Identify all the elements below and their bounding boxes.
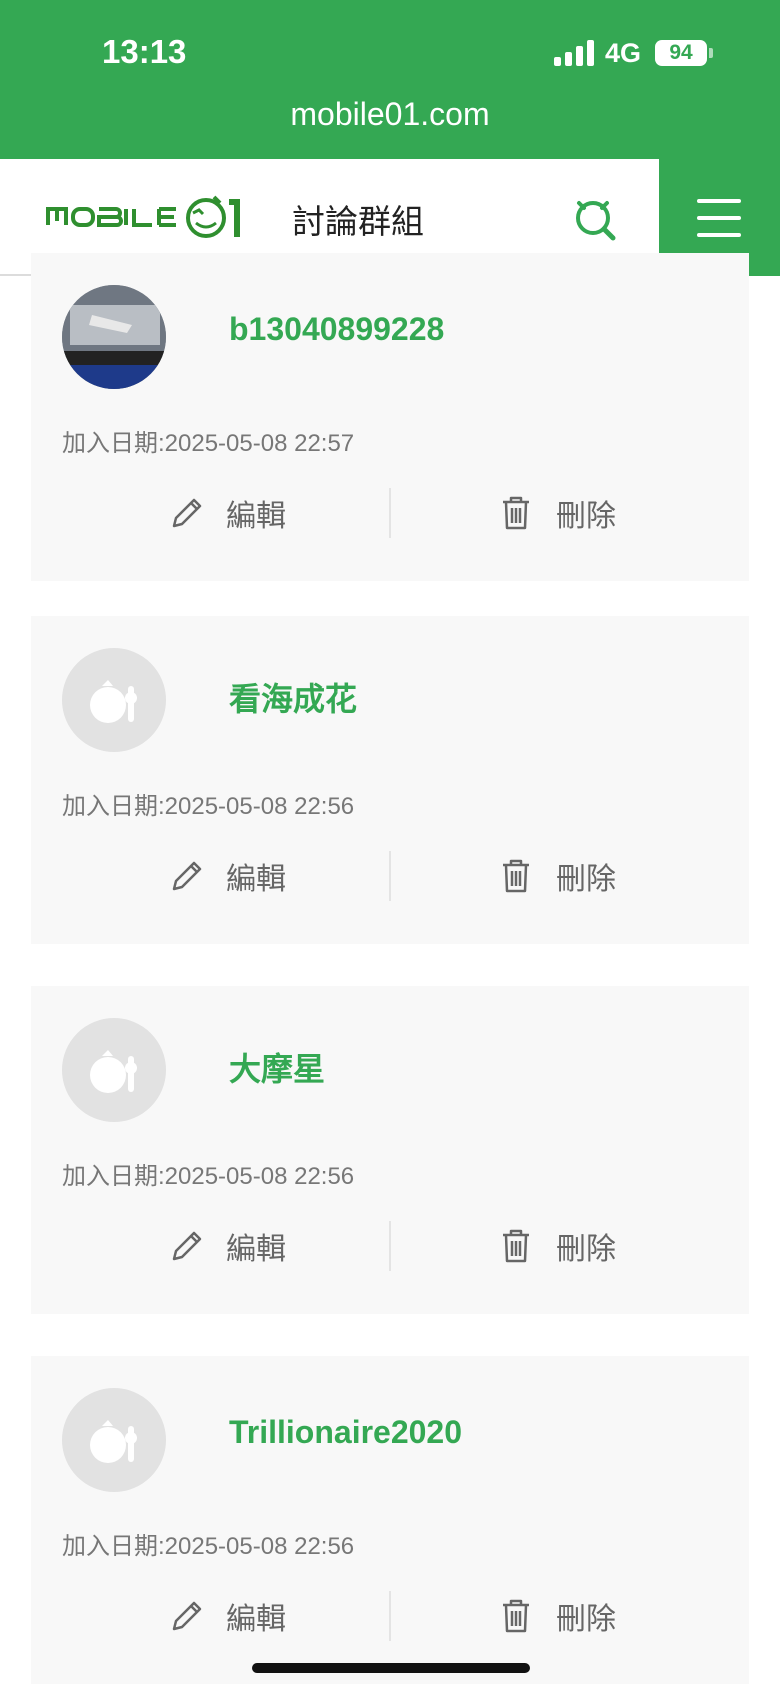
edit-label: 編輯 [226,863,286,896]
member-card: b13040899228 加入日期:2025-05-08 22:57 編輯 刪除 [31,253,749,581]
trash-icon [503,1599,529,1633]
divider [389,1221,391,1271]
pencil-icon [172,1231,202,1261]
default-avatar-icon [62,1018,166,1122]
avatar[interactable] [62,1388,166,1492]
edit-button[interactable]: 編輯 [168,1591,286,1641]
url-bar[interactable]: mobile01.com [0,96,780,133]
trash-icon [503,1229,529,1263]
join-date: 加入日期:2025-05-08 22:56 [62,1533,355,1560]
join-date: 加入日期:2025-05-08 22:56 [62,1163,355,1190]
edit-button[interactable]: 編輯 [168,851,286,901]
member-card: Trillionaire2020 加入日期:2025-05-08 22:56 編… [31,1356,749,1684]
avatar[interactable] [62,648,166,752]
pencil-icon [172,861,202,891]
member-username[interactable]: b13040899228 [229,311,444,348]
search-button[interactable] [570,194,620,244]
member-username[interactable]: 看海成花 [229,674,357,720]
member-username[interactable]: Trillionaire2020 [229,1414,462,1451]
delete-button[interactable]: 刪除 [498,1221,616,1271]
page-title: 討論群組 [292,203,424,240]
divider [389,488,391,538]
delete-label: 刪除 [556,1603,616,1636]
trash-icon [503,859,529,893]
mobile01-logo-icon [46,195,240,238]
divider [389,1591,391,1641]
delete-label: 刪除 [556,500,616,533]
pencil-icon [172,1601,202,1631]
edit-button[interactable]: 編輯 [168,488,286,538]
status-time: 13:13 [102,33,187,70]
edit-label: 編輯 [226,1233,286,1266]
edit-button[interactable]: 編輯 [168,1221,286,1271]
divider [389,851,391,901]
card-actions: 編輯 刪除 [31,1221,749,1271]
delete-button[interactable]: 刪除 [498,488,616,538]
avatar-photo-icon [62,285,166,389]
member-card: 看海成花 加入日期:2025-05-08 22:56 編輯 刪除 [31,616,749,944]
card-actions: 編輯 刪除 [31,851,749,901]
member-username[interactable]: 大摩星 [229,1044,325,1090]
search-icon [576,201,616,241]
delete-button[interactable]: 刪除 [498,851,616,901]
browser-top-bar: 13:13 4G 94 mobile01.com [0,0,780,159]
battery-tip [709,48,713,58]
member-card: 大摩星 加入日期:2025-05-08 22:56 編輯 刪除 [31,986,749,1314]
pencil-icon [172,498,202,528]
hamburger-icon [697,199,741,203]
edit-label: 編輯 [226,1603,286,1636]
join-date: 加入日期:2025-05-08 22:56 [62,793,355,820]
join-date: 加入日期:2025-05-08 22:57 [62,430,355,457]
card-actions: 編輯 刪除 [31,488,749,538]
edit-label: 編輯 [226,500,286,533]
trash-icon [503,496,529,530]
default-avatar-icon [62,648,166,752]
home-indicator[interactable] [252,1663,530,1673]
delete-label: 刪除 [556,1233,616,1266]
avatar[interactable] [62,1018,166,1122]
site-logo[interactable] [46,191,266,243]
network-type: 4G [605,38,642,68]
battery-icon: 94 [655,40,707,66]
default-avatar-icon [62,1388,166,1492]
card-actions: 編輯 刪除 [31,1591,749,1641]
avatar[interactable] [62,285,166,389]
signal-strength-icon [554,40,594,66]
delete-label: 刪除 [556,863,616,896]
delete-button[interactable]: 刪除 [498,1591,616,1641]
